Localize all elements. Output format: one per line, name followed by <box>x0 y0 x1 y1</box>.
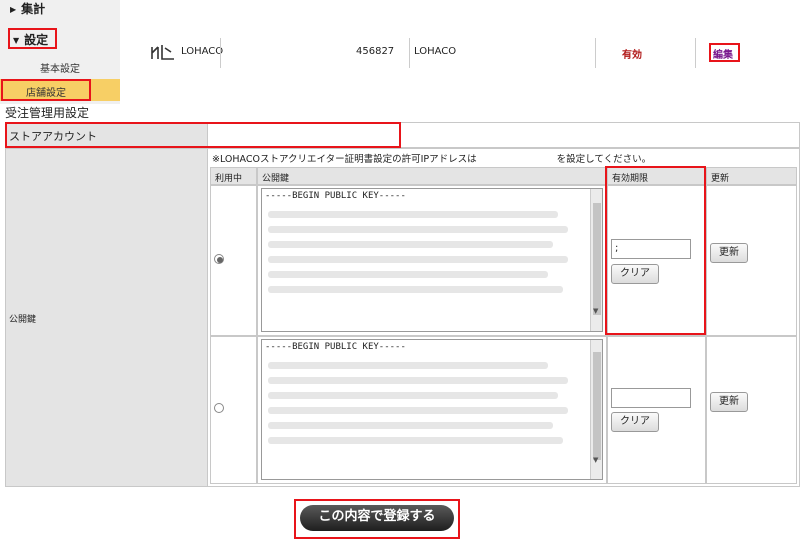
sidebar-item-aggregate[interactable]: ▶ 集計 <box>10 0 45 17</box>
ip-notice-suffix: を設定してください。 <box>556 154 652 165</box>
row2-in-use-radio[interactable] <box>214 403 224 413</box>
row2-clear-button[interactable]: クリア <box>611 412 659 432</box>
row2-key-textarea[interactable]: -----BEGIN PUBLIC KEY----- ▼ <box>261 339 603 480</box>
row1-scrollbar[interactable]: ▼ <box>590 189 602 331</box>
sidebar-item-basic-settings[interactable]: 基本設定 <box>0 60 120 75</box>
row1-key-text: -----BEGIN PUBLIC KEY----- <box>265 191 406 201</box>
public-key-label: 公開鍵 <box>9 315 37 325</box>
row2-update-button[interactable]: 更新 <box>710 392 748 412</box>
triangle-right-icon: ▶ <box>10 5 17 14</box>
row2-scrollbar[interactable]: ▼ <box>590 340 602 479</box>
header-in-use: 利用中 <box>210 167 257 185</box>
edit-link[interactable]: 編集 <box>713 46 733 61</box>
scroll-down-icon[interactable]: ▼ <box>593 456 598 464</box>
sidebar-item-label: 店舗設定 <box>26 88 66 99</box>
status-badge: 有効 <box>622 50 642 61</box>
header-update: 更新 <box>706 167 797 185</box>
expiry-column-highlight <box>605 166 706 335</box>
sidebar-item-store-settings[interactable]: 店舗設定 <box>0 79 120 101</box>
store-row: LOHACO 456827 LOHACO 有効 編集 <box>120 30 800 76</box>
submit-button[interactable]: この内容で登録する <box>300 505 454 531</box>
sidebar-item-label: 集計 <box>21 2 46 16</box>
sidebar: ▶ 集計 ▼ 設定 基本設定 店舗設定 <box>0 0 120 104</box>
store-name: LOHACO <box>414 46 457 57</box>
triangle-down-icon: ▼ <box>13 36 20 45</box>
store-account-label: ストアアカウント <box>9 130 97 143</box>
sidebar-item-settings[interactable]: ▼ 設定 <box>13 31 48 48</box>
row2-expiry-cell <box>607 336 706 484</box>
store-account-input[interactable] <box>212 126 392 143</box>
store-id: 456827 <box>356 46 395 57</box>
lohaco-logo-icon <box>150 43 178 61</box>
row1-update-button[interactable]: 更新 <box>710 243 748 263</box>
store-logo-text: LOHACO <box>181 46 224 57</box>
section-title: 受注管理用設定 <box>5 106 90 120</box>
ip-notice-prefix: ※LOHACOストアクリエイター証明書設定の許可IPアドレスは <box>212 154 477 165</box>
row2-expiry-input[interactable] <box>611 388 691 408</box>
row2-key-text: -----BEGIN PUBLIC KEY----- <box>265 342 406 352</box>
ip-notice: ※LOHACOストアクリエイター証明書設定の許可IPアドレスは を設定してください… <box>212 151 651 165</box>
sidebar-item-label: 設定 <box>24 33 49 47</box>
scroll-down-icon[interactable]: ▼ <box>593 307 598 315</box>
row1-in-use-radio[interactable] <box>214 254 224 264</box>
header-key: 公開鍵 <box>257 167 607 185</box>
row1-key-textarea[interactable]: -----BEGIN PUBLIC KEY----- ▼ <box>261 188 603 332</box>
